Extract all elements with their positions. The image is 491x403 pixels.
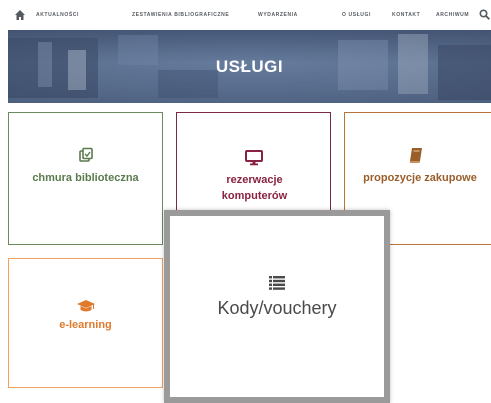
book-icon [409, 148, 422, 163]
tile-e-learning[interactable]: e-learning [8, 258, 163, 388]
list-icon [269, 276, 285, 290]
tile-rezerwacje-komputerow[interactable]: rezerwacje komputerów [176, 112, 331, 220]
tile-label: propozycje zakupowe [363, 172, 477, 184]
monitor-icon [245, 150, 263, 166]
nav-item-archiwum[interactable]: ARCHIWUM [436, 12, 469, 18]
search-icon[interactable] [479, 9, 490, 20]
nav-item-zestawienia[interactable]: ZESTAWIENIA BIBLIOGRAFICZNE [132, 12, 229, 18]
modal-label: Kody/vouchery [217, 298, 337, 318]
nav-item-kontakt[interactable]: KONTAKT [392, 12, 420, 18]
page-title: USŁUGI [215, 57, 284, 76]
nav-item-aktualnosci[interactable]: AKTUALNOŚCI [36, 12, 79, 18]
tile-label: rezerwacje komputerów [221, 174, 288, 202]
cloud-doc-icon [79, 147, 93, 162]
graduation-cap-icon [77, 300, 95, 312]
kody-vouchery-tile-hover[interactable]: Kody/vouchery [164, 210, 390, 403]
tile-chmura-biblioteczna[interactable]: chmura biblioteczna [8, 112, 163, 245]
home-icon[interactable] [14, 9, 26, 21]
page-banner: USŁUGI [8, 30, 491, 103]
nav-item-uslugi[interactable]: O USŁUGI [342, 12, 371, 18]
tile-label: e-learning [59, 319, 112, 331]
tile-label: chmura biblioteczna [32, 172, 139, 184]
nav-item-wydarzenia[interactable]: WYDARZENIA [258, 12, 298, 18]
top-navigation: AKTUALNOŚCI ZESTAWIENIA BIBLIOGRAFICZNE … [0, 0, 491, 32]
